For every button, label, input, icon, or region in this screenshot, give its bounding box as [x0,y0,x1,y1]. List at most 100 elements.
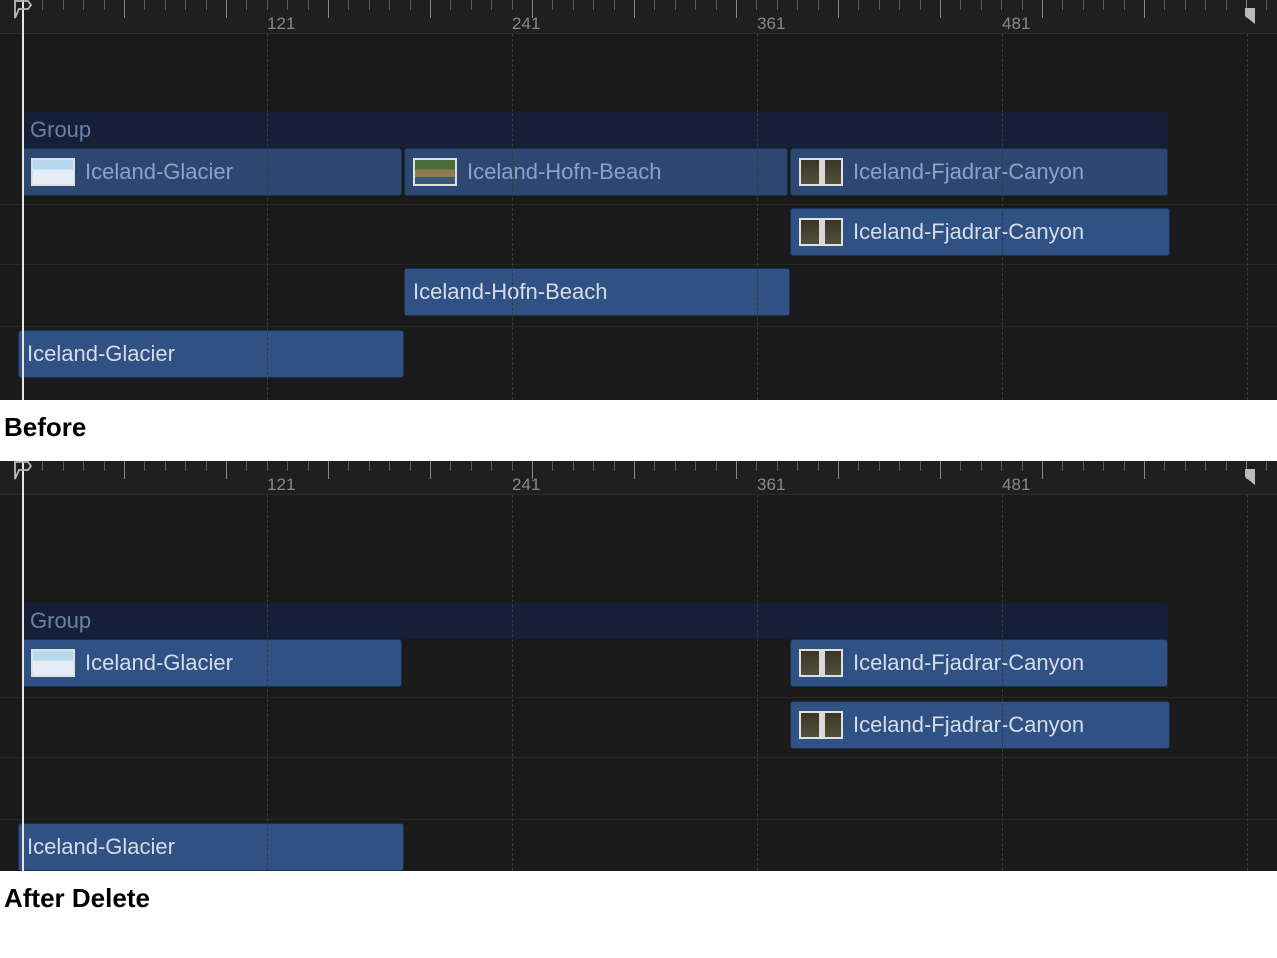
ruler-tick [348,461,349,471]
ruler-tick [940,0,941,18]
ruler-tick [981,461,982,471]
frame-guide [757,495,758,871]
clip-iceland-glacier[interactable]: Iceland-Glacier [18,823,404,871]
ruler-tick [1205,0,1206,10]
ruler-tick [83,461,84,471]
ruler-tick [716,0,717,10]
ruler-tick [1083,461,1084,471]
ruler-label: 361 [757,14,785,34]
ruler-tick [654,0,655,10]
ruler-tick [206,461,207,471]
frame-guide [757,34,758,400]
ruler-tick [552,461,553,471]
ruler-tick [736,461,737,479]
ruler-tick [716,461,717,471]
ruler-tick [226,461,227,479]
end-marker-icon[interactable] [1241,6,1259,26]
playhead-line[interactable] [22,0,24,400]
ruler-tick [512,461,513,471]
ruler-tick [940,461,941,479]
ruler-tick [328,0,329,18]
caption-before: Before [0,400,1277,461]
ruler-tick [267,0,268,10]
clip-label: Iceland-Fjadrar-Canyon [853,712,1084,738]
ruler-tick [491,461,492,471]
ruler-tick [1124,461,1125,471]
timeline-after[interactable]: 121241361481 GroupIceland-GlacierIceland… [0,461,1277,871]
ruler-tick [348,0,349,10]
tracks-area[interactable]: GroupIceland-GlacierIceland-Hofn-BeachIc… [0,34,1277,400]
playhead-marker-icon[interactable] [14,461,32,481]
ruler-tick [1001,0,1002,10]
ruler-tick [1185,461,1186,471]
ruler-tick [410,461,411,471]
ruler-tick [450,0,451,10]
clip-iceland-fjadrar-canyon[interactable]: Iceland-Fjadrar-Canyon [790,148,1168,196]
ruler-tick [1164,461,1165,471]
ruler-tick [675,0,676,10]
ruler-tick [777,461,778,471]
ruler-tick [1144,0,1145,18]
ruler-tick [1124,0,1125,10]
tracks-area[interactable]: GroupIceland-GlacierIceland-Fjadrar-Cany… [0,495,1277,871]
ruler-tick [165,0,166,10]
timeline-before[interactable]: 121241361481 GroupIceland-GlacierIceland… [0,0,1277,400]
ruler-tick [1022,0,1023,10]
ruler-tick [593,461,594,471]
ruler-tick [389,461,390,471]
clip-iceland-glacier[interactable]: Iceland-Glacier [18,330,404,378]
end-marker-icon[interactable] [1241,467,1259,487]
ruler-tick [838,0,839,18]
ruler-tick [1185,0,1186,10]
ruler-tick [1083,0,1084,10]
ruler-tick [328,461,329,479]
clip-thumbnail [413,158,457,186]
clip-label: Iceland-Hofn-Beach [413,279,607,305]
ruler-tick [1042,0,1043,18]
clip-iceland-fjadrar-canyon[interactable]: Iceland-Fjadrar-Canyon [790,639,1168,687]
ruler-tick [450,461,451,471]
frame-guide [1247,34,1248,400]
ruler-tick [634,461,635,479]
clip-iceland-fjadrar-canyon[interactable]: Iceland-Fjadrar-Canyon [790,701,1170,749]
clip-thumbnail [799,711,843,739]
clip-iceland-hofn-beach[interactable]: Iceland-Hofn-Beach [404,268,790,316]
track-separator [0,264,1277,265]
clip-thumbnail [799,218,843,246]
ruler-tick [756,0,757,10]
clip-thumbnail [31,649,75,677]
after-section: 121241361481 GroupIceland-GlacierIceland… [0,461,1277,932]
ruler-tick [430,0,431,18]
group-header[interactable]: Group [22,603,1168,639]
ruler-tick [675,461,676,471]
ruler-tick [144,0,145,10]
clip-iceland-glacier[interactable]: Iceland-Glacier [22,148,402,196]
ruler-tick [899,0,900,10]
ruler[interactable]: 121241361481 [0,0,1277,34]
group-header[interactable]: Group [22,112,1168,148]
clip-iceland-fjadrar-canyon[interactable]: Iceland-Fjadrar-Canyon [790,208,1170,256]
frame-guide [512,34,513,400]
ruler-tick [920,461,921,471]
ruler-tick [389,0,390,10]
ruler-tick [63,0,64,10]
ruler-tick [593,0,594,10]
ruler-tick [63,461,64,471]
ruler-label: 121 [267,475,295,495]
ruler-tick [920,0,921,10]
clip-thumbnail [799,158,843,186]
ruler-tick [430,461,431,479]
ruler-tick [756,461,757,471]
playhead-line[interactable] [22,461,24,871]
ruler-tick [1103,0,1104,10]
ruler-tick [1205,461,1206,471]
ruler-tick [185,461,186,471]
ruler-tick [858,0,859,10]
playhead-marker-icon[interactable] [14,0,32,20]
track-separator [0,204,1277,205]
clip-iceland-glacier[interactable]: Iceland-Glacier [22,639,402,687]
ruler-tick [573,0,574,10]
ruler[interactable]: 121241361481 [0,461,1277,495]
clip-iceland-hofn-beach[interactable]: Iceland-Hofn-Beach [404,148,788,196]
ruler-tick [471,461,472,471]
